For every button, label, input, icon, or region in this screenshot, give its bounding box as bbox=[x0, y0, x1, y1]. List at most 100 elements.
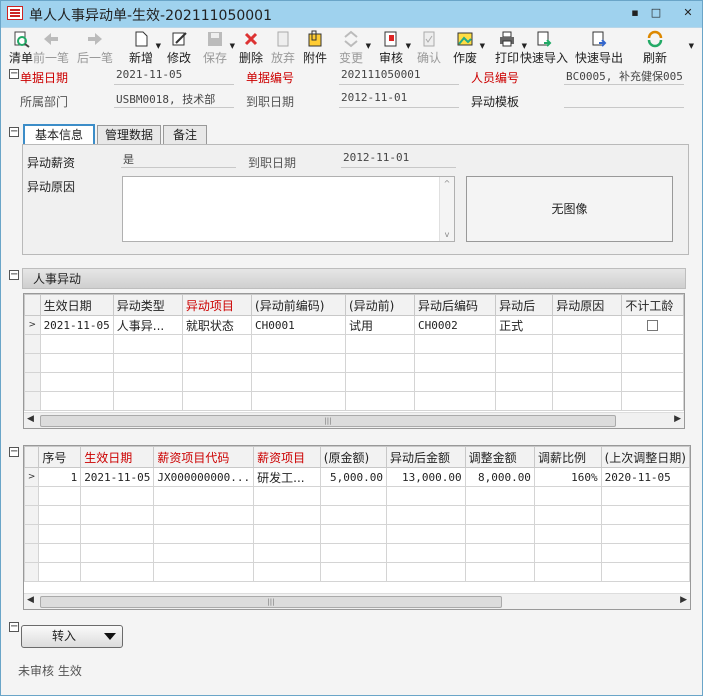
hr-cell[interactable] bbox=[413, 372, 497, 392]
hr-change-grid[interactable]: 生效日期 异动类型 异动项目 (异动前编码) (异动前) 异动后编码 异动后 异动原因 不计工龄… bbox=[23, 293, 685, 429]
row-indicator[interactable] bbox=[24, 505, 40, 525]
hr-col-header[interactable]: 异动类型 bbox=[112, 294, 183, 316]
hr-cell[interactable] bbox=[251, 334, 346, 354]
hr-cell[interactable] bbox=[552, 315, 623, 335]
hr-cell[interactable] bbox=[621, 334, 684, 354]
hr-cell[interactable] bbox=[181, 334, 253, 354]
salary-col-header[interactable]: (上次调整日期) bbox=[600, 446, 690, 468]
salary-cell[interactable] bbox=[38, 505, 82, 525]
hr-cell[interactable] bbox=[39, 334, 114, 354]
hr-cell[interactable] bbox=[112, 391, 183, 411]
hr-cell[interactable] bbox=[413, 391, 497, 411]
salary-cell[interactable] bbox=[253, 524, 321, 544]
salary-hscrollbar[interactable]: ◀ ||| ▶ bbox=[24, 593, 690, 609]
hr-cell[interactable]: 试用 bbox=[344, 315, 415, 335]
salary-cell[interactable] bbox=[385, 562, 466, 582]
toolbar-attach-button[interactable]: 附件 bbox=[301, 28, 329, 68]
hr-cell[interactable] bbox=[413, 334, 497, 354]
salary-cell[interactable] bbox=[533, 486, 602, 506]
hr-cell[interactable] bbox=[413, 353, 497, 373]
hr-col-header[interactable]: 异动后编码 bbox=[413, 294, 497, 316]
row-indicator[interactable] bbox=[24, 543, 40, 563]
collapse-salary-icon[interactable]: − bbox=[9, 447, 19, 457]
into-button[interactable]: 转入 bbox=[21, 625, 123, 648]
salary-cell[interactable] bbox=[253, 543, 321, 563]
tab-remarks[interactable]: 备注 bbox=[163, 125, 207, 144]
basic-join-date-field[interactable]: 2012-11-01 bbox=[341, 151, 456, 168]
no-seniority-checkbox[interactable] bbox=[647, 320, 659, 331]
dropdown-arrow-icon[interactable]: ▼ bbox=[230, 42, 235, 50]
salary-cell[interactable] bbox=[153, 543, 255, 563]
tab-basic-info[interactable]: 基本信息 bbox=[23, 124, 95, 144]
hr-col-header[interactable]: 异动原因 bbox=[552, 294, 623, 316]
row-indicator[interactable] bbox=[24, 334, 41, 354]
toolbar-quick-import-button[interactable]: 快速导入 bbox=[519, 28, 569, 68]
toolbar-quick-export-button[interactable]: 快速导出 bbox=[574, 28, 624, 68]
salary-cell[interactable] bbox=[319, 505, 387, 525]
salary-cell[interactable] bbox=[80, 505, 155, 525]
hr-cell[interactable] bbox=[39, 372, 114, 392]
hr-cell[interactable] bbox=[495, 391, 554, 411]
table-row[interactable] bbox=[24, 505, 690, 525]
salary-cell[interactable] bbox=[533, 562, 602, 582]
toolbar-refresh-button[interactable]: 刷新 bbox=[641, 28, 669, 68]
salary-cell[interactable] bbox=[385, 486, 466, 506]
hr-cell[interactable] bbox=[621, 372, 684, 392]
table-row[interactable] bbox=[24, 524, 690, 544]
minimize-button[interactable]: ▪ bbox=[625, 5, 645, 21]
join-date-field[interactable]: 2012-11-01 bbox=[339, 91, 459, 108]
salary-cell[interactable]: 8,000.00 bbox=[464, 467, 535, 487]
hr-col-header[interactable]: 异动项目 bbox=[181, 294, 253, 316]
hr-cell[interactable]: 人事异... bbox=[112, 315, 183, 335]
hr-cell[interactable]: CH0002 bbox=[413, 315, 497, 335]
hr-cell[interactable] bbox=[251, 391, 346, 411]
tab-management-data[interactable]: 管理数据 bbox=[97, 125, 161, 144]
hr-cell[interactable] bbox=[495, 353, 554, 373]
hr-cell[interactable] bbox=[181, 353, 253, 373]
hr-hscrollbar[interactable]: ◀ ||| ▶ bbox=[24, 412, 684, 428]
salary-cell[interactable] bbox=[600, 543, 690, 563]
doc-no-field[interactable]: 202111050001 bbox=[339, 68, 459, 85]
salary-cell[interactable] bbox=[319, 524, 387, 544]
reason-scrollbar[interactable]: ^ v bbox=[439, 177, 454, 241]
salary-cell[interactable]: JX000000000... bbox=[153, 467, 255, 487]
salary-cell[interactable] bbox=[385, 524, 466, 544]
table-row[interactable] bbox=[24, 543, 690, 563]
toolbar-audit-button[interactable]: 审核 ▼ bbox=[375, 28, 411, 68]
salary-cell[interactable] bbox=[600, 524, 690, 544]
table-row[interactable] bbox=[24, 562, 690, 582]
row-indicator[interactable]: > bbox=[24, 315, 41, 335]
salary-cell[interactable] bbox=[385, 543, 466, 563]
salary-col-header[interactable]: 异动后金额 bbox=[385, 446, 466, 468]
row-indicator[interactable] bbox=[24, 353, 41, 373]
salary-cell[interactable] bbox=[38, 524, 82, 544]
salary-cell[interactable]: 2021-11-05 bbox=[80, 467, 155, 487]
hr-cell[interactable] bbox=[39, 391, 114, 411]
collapse-tabs-icon[interactable]: − bbox=[9, 127, 19, 137]
salary-cell[interactable] bbox=[533, 543, 602, 563]
table-row[interactable] bbox=[24, 372, 684, 392]
row-indicator[interactable]: > bbox=[24, 467, 40, 487]
row-indicator[interactable] bbox=[24, 562, 40, 582]
table-row[interactable] bbox=[24, 486, 690, 506]
salary-cell[interactable] bbox=[600, 486, 690, 506]
image-box[interactable]: 无图像 bbox=[466, 176, 673, 242]
salary-col-header[interactable]: 薪资项目 bbox=[253, 446, 321, 468]
salary-change-field[interactable]: 是 bbox=[121, 151, 236, 168]
salary-col-header[interactable]: (原金额) bbox=[319, 446, 387, 468]
salary-cell[interactable] bbox=[153, 505, 255, 525]
row-indicator[interactable] bbox=[24, 391, 41, 411]
salary-cell[interactable] bbox=[600, 505, 690, 525]
salary-cell[interactable] bbox=[464, 562, 535, 582]
reason-textarea[interactable]: ^ v bbox=[122, 176, 455, 242]
hr-cell[interactable] bbox=[344, 391, 415, 411]
salary-cell[interactable] bbox=[38, 543, 82, 563]
salary-cell[interactable] bbox=[153, 562, 255, 582]
hr-cell[interactable] bbox=[344, 334, 415, 354]
hr-cell[interactable] bbox=[181, 372, 253, 392]
salary-cell[interactable]: 13,000.00 bbox=[385, 467, 466, 487]
table-row[interactable] bbox=[24, 334, 684, 354]
toolbar-overflow-icon[interactable]: ▼ bbox=[689, 42, 694, 50]
dropdown-arrow-icon[interactable]: ▼ bbox=[366, 42, 371, 50]
toolbar-confirm-button[interactable]: 确认 bbox=[415, 28, 443, 68]
